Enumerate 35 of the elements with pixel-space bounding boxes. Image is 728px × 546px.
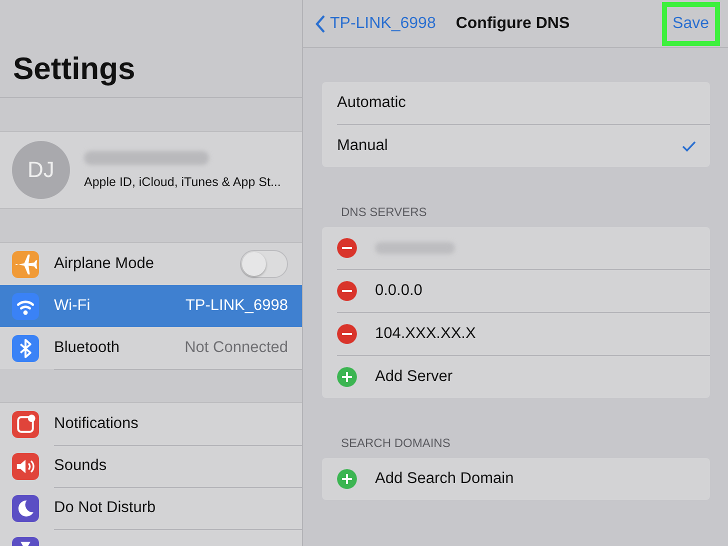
avatar: DJ <box>12 141 70 199</box>
setting-value: Not Connected <box>184 338 288 356</box>
server-address: 0.0.0.0 <box>375 282 424 300</box>
minus-circle-icon[interactable] <box>337 238 357 258</box>
mode-label: Automatic <box>337 94 407 112</box>
add-label[interactable]: Add Search Domain <box>375 470 696 488</box>
minus-circle-icon[interactable] <box>337 281 357 301</box>
settings-title: Settings <box>13 51 136 87</box>
settings-label: Notifications <box>54 414 138 432</box>
minus-circle-icon[interactable] <box>337 324 357 344</box>
settings-label: Sounds <box>54 456 107 474</box>
settings-item[interactable]: Notifications <box>0 403 302 445</box>
settings-label: Airplane Mode <box>54 254 154 272</box>
settings-item[interactable]: Wi-Fi TP-LINK_6998 <box>0 285 302 327</box>
settings-item[interactable]: Do Not Disturb <box>0 487 302 529</box>
server-address: 104.XXX.XX.X <box>375 325 477 343</box>
settings-label: Wi-Fi <box>54 296 90 314</box>
toggle-switch[interactable] <box>240 250 288 278</box>
settings-label: Bluetooth <box>54 338 120 356</box>
profile-subtitle: Apple ID, iCloud, iTunes & App St... <box>84 175 281 189</box>
plus-circle-icon[interactable] <box>337 367 357 387</box>
mode-option[interactable]: Automatic <box>337 82 710 125</box>
section-header: DNS SERVERS <box>341 205 428 219</box>
plus-circle-icon[interactable] <box>337 469 357 489</box>
chevron-left-icon <box>315 14 326 32</box>
settings-label: Do Not Disturb <box>54 498 156 516</box>
mode-label: Manual <box>337 137 389 155</box>
add-label[interactable]: Add Server <box>375 368 696 386</box>
profile-row[interactable]: DJ Apple ID, iCloud, iTunes & App St... <box>0 131 302 209</box>
setting-value: TP-LINK_6998 <box>185 296 288 314</box>
section-header: SEARCH DOMAINS <box>341 436 452 450</box>
settings-item[interactable]: Bluetooth Not Connected <box>0 327 302 369</box>
nav-title: Configure DNS <box>456 14 571 32</box>
settings-item[interactable]: Sounds <box>0 445 302 487</box>
mode-option[interactable]: Manual <box>337 125 710 167</box>
